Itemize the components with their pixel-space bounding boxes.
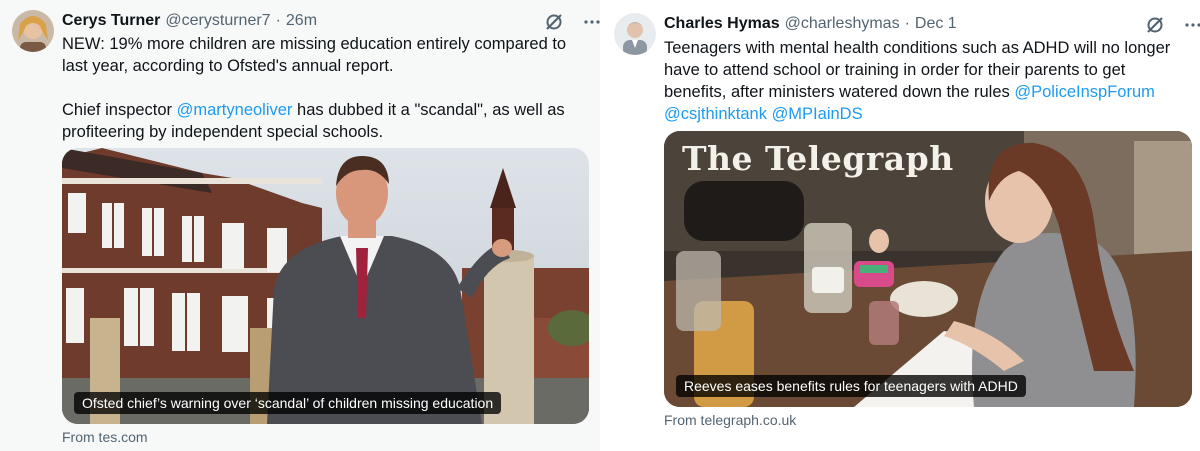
mention-link[interactable]: @martyneoliver	[177, 101, 293, 119]
card-caption: Ofsted chief’s warning over ‘scandal’ of…	[74, 392, 502, 414]
separator-dot: ·	[904, 15, 910, 32]
author-name[interactable]: Cerys Turner	[62, 12, 160, 30]
tweet-paragraph-2: Chief inspector @martyneoliver has dubbe…	[62, 99, 582, 143]
mention-link[interactable]: @csjthinktank	[664, 105, 767, 123]
mention-link[interactable]: @PoliceInspForum	[1014, 83, 1155, 101]
tweet-text: Teenagers with mental health conditions …	[664, 37, 1192, 125]
tweet-paragraph-1: Teenagers with mental health conditions …	[664, 37, 1192, 125]
avatar[interactable]	[614, 13, 656, 55]
author-handle[interactable]: @charleshymas	[785, 15, 900, 33]
card-source[interactable]: From telegraph.co.uk	[664, 412, 796, 428]
more-icon[interactable]	[1182, 14, 1200, 36]
tweet-charles-hymas[interactable]: Charles Hymas @charleshymas · Dec 1 Teen…	[600, 0, 1200, 451]
card-caption: Reeves eases benefits rules for teenager…	[676, 375, 1026, 397]
tweet-cerys-turner[interactable]: Cerys Turner @cerysturner7 · 26m NEW: 19…	[0, 0, 600, 451]
grok-icon[interactable]	[543, 11, 565, 33]
author-handle[interactable]: @cerysturner7	[165, 12, 270, 30]
grok-icon[interactable]	[1144, 14, 1166, 36]
timestamp[interactable]: Dec 1	[915, 15, 957, 33]
author-name[interactable]: Charles Hymas	[664, 15, 780, 33]
card-masthead: The Telegraph	[682, 139, 954, 178]
card-source[interactable]: From tes.com	[62, 429, 148, 445]
separator-dot: ·	[275, 12, 281, 29]
avatar[interactable]	[12, 10, 54, 52]
link-card-image[interactable]: The Telegraph Reeves eases benefits rule…	[664, 131, 1192, 407]
text-fragment: Chief inspector	[62, 101, 177, 119]
link-card-image[interactable]: Ofsted chief’s warning over ‘scandal’ of…	[62, 148, 589, 424]
mention-link[interactable]: @MPIainDS	[772, 105, 863, 123]
tweet-text: NEW: 19% more children are missing educa…	[62, 33, 582, 143]
tweet-paragraph-1: NEW: 19% more children are missing educa…	[62, 35, 567, 75]
timestamp[interactable]: 26m	[286, 12, 317, 30]
